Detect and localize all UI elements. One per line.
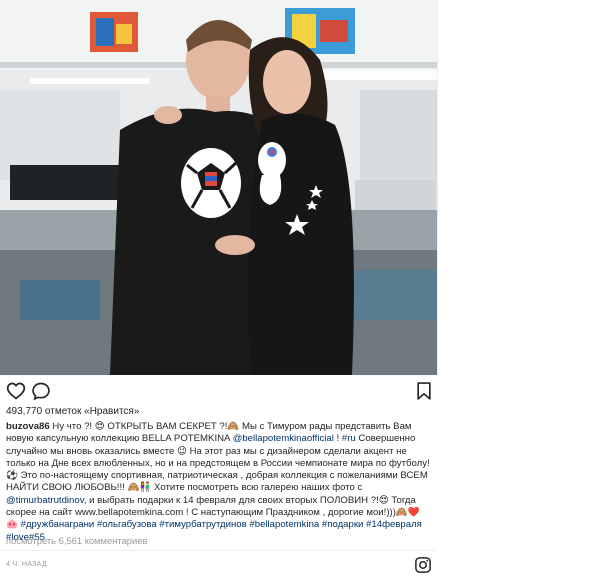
mention-link[interactable]: @timurbatrutdinov [6,495,84,506]
mention-link[interactable]: @bellapotemkinaofficial [233,433,334,444]
likes-count[interactable]: 493,770 отметок «Нравится» [6,406,139,417]
caption-username[interactable]: buzova86 [6,421,50,432]
view-comments-link[interactable]: посмотреть 6,561 комментариев [6,535,147,546]
post-photo[interactable] [0,0,437,375]
post-timestamp[interactable]: 4 ч. назад [6,561,47,568]
post-photo-image [0,0,437,375]
hashtag-link[interactable]: #ru [342,433,356,444]
bookmark-icon[interactable] [414,381,434,401]
heart-outline-icon[interactable] [6,381,26,401]
instagram-logo-icon[interactable] [414,556,432,574]
post-caption: buzova86 Ну что ?! 😍 ОТКРЫТЬ ВАМ СЕКРЕТ … [6,421,430,544]
post-actions-bar [0,376,437,404]
panel-divider [437,0,438,375]
speech-bubble-icon[interactable] [31,381,51,401]
divider [0,550,437,551]
caption-text: ! [333,433,342,445]
